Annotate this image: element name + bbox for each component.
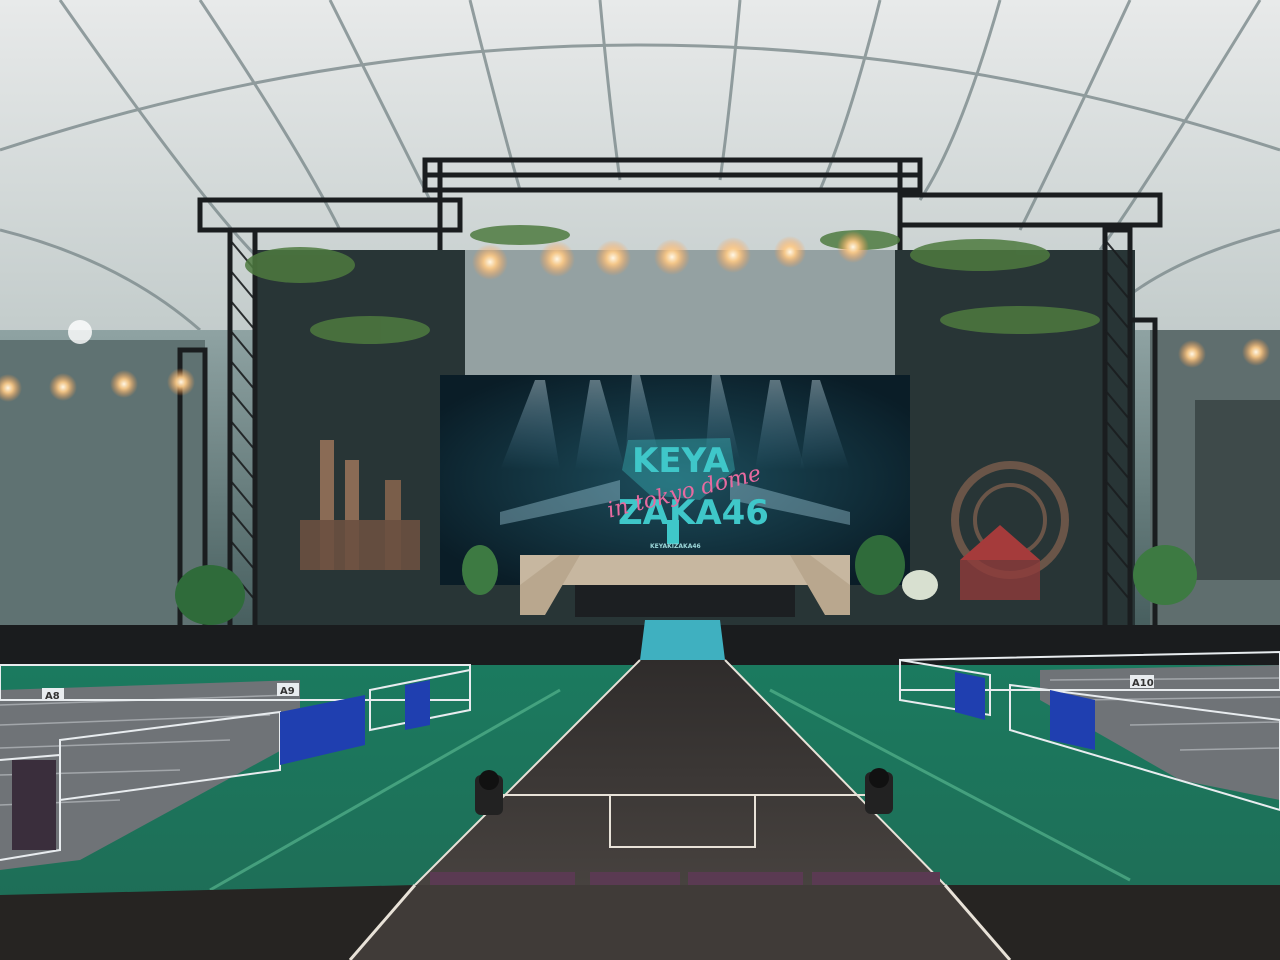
foreground-stage: [0, 885, 415, 960]
svg-text:A8: A8: [45, 691, 60, 702]
scene-canvas: KEYA ZAKA46 in tokyo dome KEYAKIZAKA46 A…: [0, 0, 1280, 960]
block-label-left: A8: [42, 688, 64, 702]
svg-text:A10: A10: [1132, 678, 1154, 689]
block-label-right: A10: [1130, 675, 1154, 689]
concert-stage-photo: KEYA ZAKA46 in tokyo dome KEYAKIZAKA46 A…: [0, 0, 1280, 960]
logo-subline: KEYAKIZAKA46: [650, 543, 701, 550]
block-label-left-inner: A9: [277, 683, 299, 697]
svg-text:A9: A9: [280, 686, 295, 697]
runway-upper: [640, 620, 725, 660]
cloth-on-barrier: [12, 760, 56, 850]
